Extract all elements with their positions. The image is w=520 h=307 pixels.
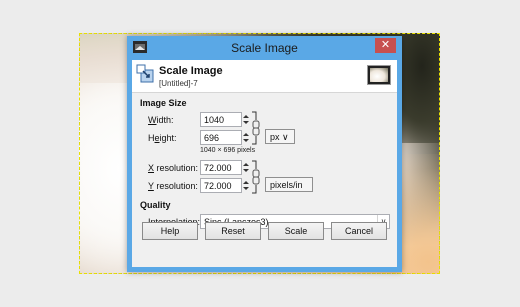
x-resolution-spinner[interactable] <box>242 160 250 175</box>
y-resolution-label: Y resolution: <box>148 181 198 191</box>
resolution-unit-selector[interactable]: pixels/in <box>265 177 313 192</box>
spin-down-icon <box>243 121 249 124</box>
width-label-mnemonic: W <box>148 115 157 125</box>
y-resolution-spinner[interactable] <box>242 178 250 193</box>
x-resolution-label: X resolution: <box>148 163 198 173</box>
close-icon: ✕ <box>380 39 391 51</box>
image-thumbnail <box>367 65 391 85</box>
dialog-header: Scale Image [Untitled]-7 <box>132 60 397 93</box>
header-subtitle: [Untitled]-7 <box>159 79 198 88</box>
scale-image-icon <box>136 64 154 83</box>
spin-down-icon <box>243 139 249 142</box>
height-label-text: ight: <box>159 133 177 143</box>
cancel-button[interactable]: Cancel <box>331 222 387 240</box>
size-note: 1040 × 696 pixels <box>200 147 256 154</box>
unit-selector[interactable]: px ∨ <box>265 129 295 144</box>
unit-dropdown-icon: ∨ <box>282 132 289 142</box>
reset-button[interactable]: Reset <box>205 222 261 240</box>
close-button[interactable]: ✕ <box>375 38 396 53</box>
width-label: Width: <box>148 115 174 125</box>
x-resolution-input[interactable]: 72.000 <box>200 160 242 175</box>
height-label: Height: <box>148 133 177 143</box>
height-input[interactable]: 696 <box>200 130 242 145</box>
dialog-titlebar[interactable]: Scale Image ✕ <box>127 36 402 60</box>
chain-link-icon[interactable] <box>250 110 264 146</box>
thumbnail-preview <box>370 68 388 82</box>
x-resolution-label-text: resolution: <box>154 163 199 173</box>
y-resolution-input[interactable]: 72.000 <box>200 178 242 193</box>
spin-up-icon <box>243 133 249 136</box>
width-label-text: idth: <box>156 115 174 125</box>
spin-up-icon <box>243 163 249 166</box>
spin-down-icon <box>243 187 249 190</box>
quality-section-title: Quality <box>140 200 171 210</box>
spin-up-icon <box>243 115 249 118</box>
width-spinner[interactable] <box>242 112 250 127</box>
help-button[interactable]: Help <box>142 222 198 240</box>
image-size-section-title: Image Size <box>140 98 187 108</box>
dialog-title: Scale Image <box>231 41 298 55</box>
scale-button[interactable]: Scale <box>268 222 324 240</box>
header-title: Scale Image <box>159 65 223 77</box>
y-resolution-label-text: resolution: <box>153 181 198 191</box>
spin-up-icon <box>243 181 249 184</box>
unit-selector-value: px <box>270 132 280 142</box>
width-input[interactable]: 1040 <box>200 112 242 127</box>
resolution-chain-icon[interactable] <box>250 159 264 195</box>
spin-down-icon <box>243 169 249 172</box>
height-spinner[interactable] <box>242 130 250 145</box>
